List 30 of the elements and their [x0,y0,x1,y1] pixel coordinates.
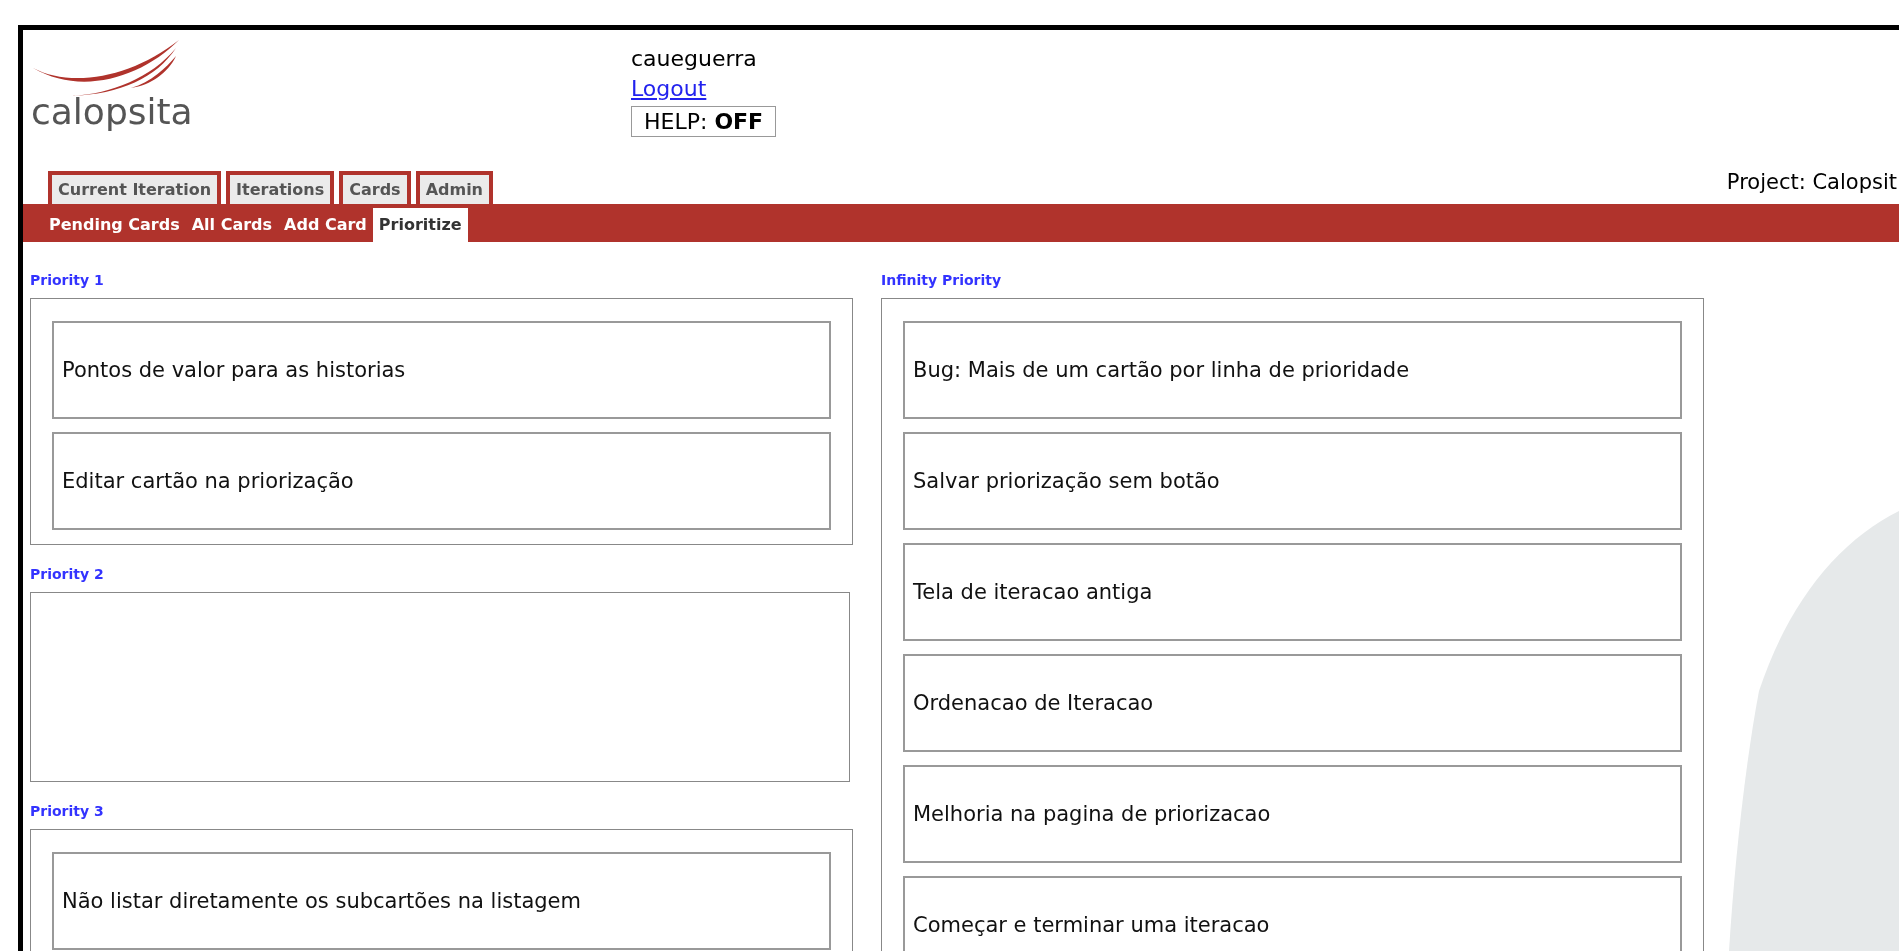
story-card[interactable]: Ordenacao de Iteracao [903,654,1682,752]
story-card[interactable]: Tela de iteracao antiga [903,543,1682,641]
project-name: Project: Calopsit [1726,170,1897,194]
nav-tab[interactable]: Admin [415,171,493,204]
story-card[interactable]: Bug: Mais de um cartão por linha de prioridade [903,321,1682,419]
nav-tab[interactable]: Iterations [226,171,335,204]
username: caueguerra [631,45,757,73]
story-card[interactable]: Salvar priorização sem botão [903,432,1682,530]
subnav-tab[interactable]: All Cards [185,208,279,242]
story-card[interactable]: Melhoria na pagina de priorizacao [903,765,1682,863]
nav-tab[interactable]: Current Iteration [48,171,222,204]
help-toggle[interactable]: HELP: OFF [631,106,777,137]
priority-dropzone[interactable]: Pontos de valor para as historias Editar cartão na priorização [30,298,853,545]
subnav-tab[interactable]: Add Card [278,208,373,242]
story-card[interactable]: Pontos de valor para as historias [52,321,831,419]
nav-tab[interactable]: Cards [339,171,411,204]
story-card[interactable]: Editar cartão na priorização [52,432,831,530]
story-card[interactable]: Começar e terminar uma iteracao [903,876,1682,951]
subnav-tab[interactable]: Pending Cards [43,208,186,242]
priority-heading: Priority 1 [30,272,104,288]
priority-heading: Priority 2 [30,566,104,582]
priority-dropzone[interactable]: Bug: Mais de um cartão por linha de prioridade Salvar priorização sem botão Tela de iteracao antiga Ordenacao de Iteracao Melhoria na pagina de priorizacao Começar e terminar uma iteracao [881,298,1704,951]
subnav-tab[interactable]: Prioritize [372,208,468,242]
priority-heading: Priority 3 [30,803,104,819]
story-card[interactable]: Não listar diretamente os subcartões na listagem [52,852,831,950]
priority-heading: Infinity Priority [881,272,1002,288]
logo-text: calopsita [31,94,193,130]
priority-dropzone[interactable]: Não listar diretamente os subcartões na listagem [30,829,853,951]
priority-dropzone[interactable] [30,592,850,782]
logout-link[interactable]: Logout [631,74,707,104]
